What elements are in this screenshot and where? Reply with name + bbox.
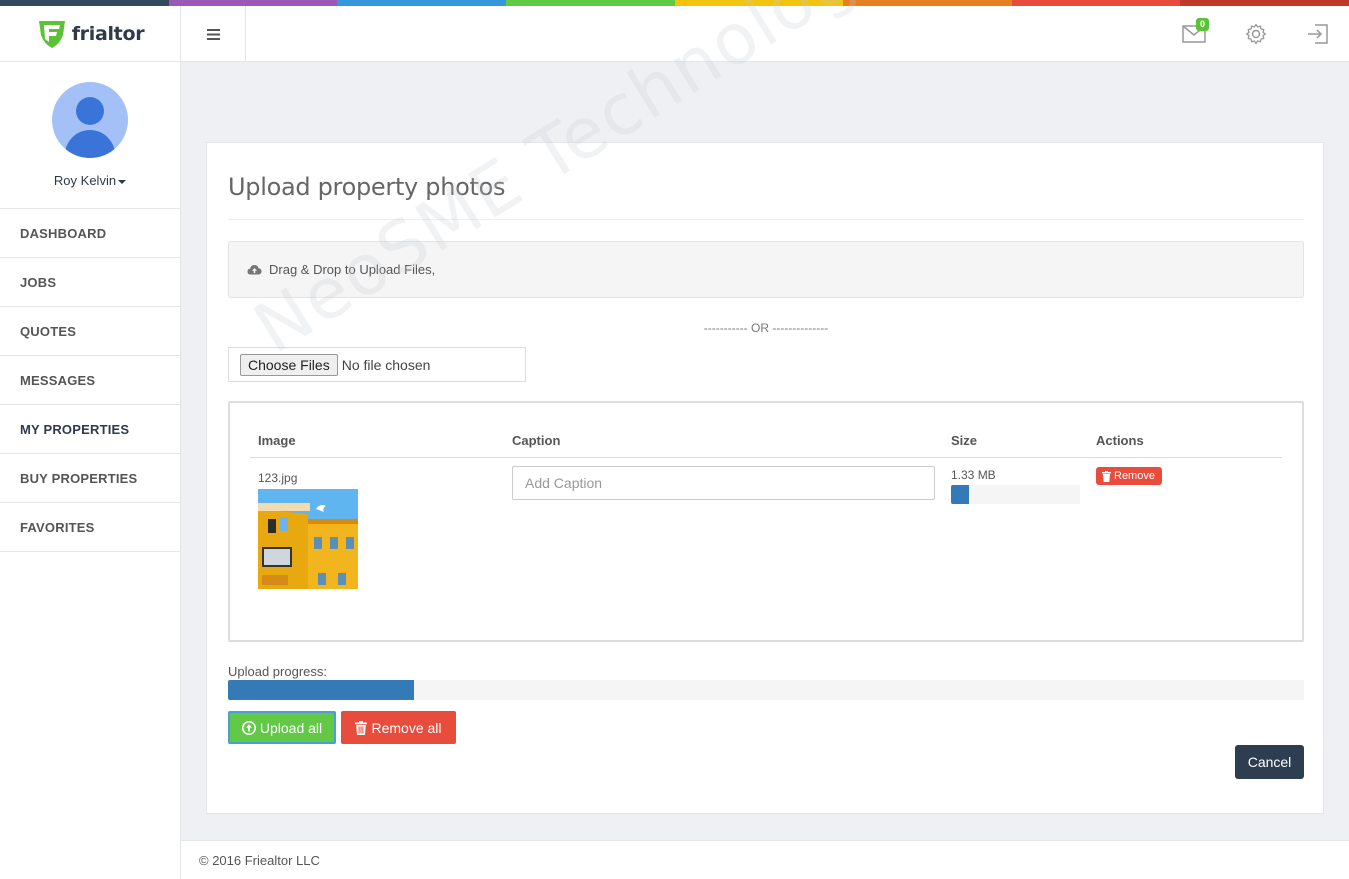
remove-file-label: Remove xyxy=(1114,470,1155,482)
avatar[interactable] xyxy=(52,82,128,158)
remove-all-button[interactable]: Remove all xyxy=(341,711,456,744)
copyright-text: © 2016 Friealtor LLC xyxy=(199,852,320,868)
file-size: 1.33 MB xyxy=(951,468,996,482)
drop-zone[interactable]: Drag & Drop to Upload Files, xyxy=(228,241,1304,298)
menu-toggle-button[interactable] xyxy=(181,6,246,62)
upload-progress-fill xyxy=(228,680,415,700)
mail-badge: 0 xyxy=(1195,18,1209,31)
logout-icon xyxy=(1308,24,1328,44)
caption-input[interactable] xyxy=(512,466,935,500)
logo-text: frialtor xyxy=(71,23,145,45)
sidebar-item-messages[interactable]: MESSAGES xyxy=(0,356,180,405)
sidebar-item-buy-properties[interactable]: BUY PROPERTIES xyxy=(0,454,180,503)
upload-progress-label: Upload progress: xyxy=(228,664,327,679)
logout-button[interactable] xyxy=(1287,6,1349,62)
file-progress-fill xyxy=(951,485,970,504)
title-divider xyxy=(228,219,1304,220)
sidebar: Roy Kelvin DASHBOARD JOBS QUOTES MESSAGE… xyxy=(0,62,181,879)
cloud-upload-icon xyxy=(247,265,262,275)
remove-file-button[interactable]: Remove xyxy=(1096,467,1162,485)
caret-down-icon xyxy=(118,179,127,184)
drop-zone-text: Drag & Drop to Upload Files, xyxy=(269,262,436,277)
sidebar-item-quotes[interactable]: QUOTES xyxy=(0,307,180,356)
user-name: Roy Kelvin xyxy=(53,173,117,188)
choose-files-button[interactable]: Choose Files xyxy=(240,353,338,376)
page-title: Upload property photos xyxy=(228,173,506,201)
upload-all-label: Upload all xyxy=(259,719,323,736)
cancel-button[interactable]: Cancel xyxy=(1235,745,1304,779)
hamburger-icon xyxy=(206,28,220,40)
avatar-body xyxy=(65,130,115,158)
column-header-image: Image xyxy=(258,433,296,448)
upload-progress-bar xyxy=(228,680,1304,700)
file-name: 123.jpg xyxy=(258,471,298,485)
file-status: No file chosen xyxy=(341,356,431,373)
trash-icon xyxy=(1102,470,1111,482)
upload-queue-table: Image Caption Size Actions 123.jpg Add C… xyxy=(228,401,1304,642)
remove-all-label: Remove all xyxy=(371,719,442,736)
column-header-actions: Actions xyxy=(1096,433,1144,448)
file-input: Choose Files No file chosen xyxy=(228,347,526,382)
upload-all-button[interactable]: Upload all xyxy=(228,711,336,744)
file-progress-bar xyxy=(951,485,1080,504)
avatar-head xyxy=(76,97,104,125)
image-thumbnail xyxy=(258,489,358,589)
logo[interactable]: frialtor xyxy=(0,6,181,62)
sidebar-item-dashboard[interactable]: DASHBOARD xyxy=(0,209,180,258)
logo-shield-icon xyxy=(38,21,65,48)
messages-button[interactable]: 0 xyxy=(1163,6,1225,62)
user-menu-dropdown[interactable]: Roy Kelvin xyxy=(53,173,127,188)
table-header: Image Caption Size Actions xyxy=(250,423,1282,458)
settings-button[interactable] xyxy=(1225,6,1287,62)
upload-panel: Upload property photos Drag & Drop to Up… xyxy=(206,142,1324,814)
user-profile: Roy Kelvin xyxy=(0,62,180,209)
footer: © 2016 Friealtor LLC xyxy=(181,840,1349,879)
top-navbar: frialtor 0 xyxy=(0,6,1349,62)
upload-circle-icon xyxy=(241,720,256,735)
sidebar-item-favorites[interactable]: FAVORITES xyxy=(0,503,180,552)
building-photo xyxy=(258,489,358,589)
top-icons: 0 xyxy=(1163,6,1349,62)
sidebar-item-jobs[interactable]: JOBS xyxy=(0,258,180,307)
column-header-size: Size xyxy=(951,433,978,448)
gear-icon xyxy=(1245,23,1267,45)
trash-icon xyxy=(355,720,368,735)
column-header-caption: Caption xyxy=(512,433,561,448)
or-separator: ----------- OR -------------- xyxy=(703,321,829,335)
sidebar-item-my-properties[interactable]: MY PROPERTIES xyxy=(0,405,180,454)
